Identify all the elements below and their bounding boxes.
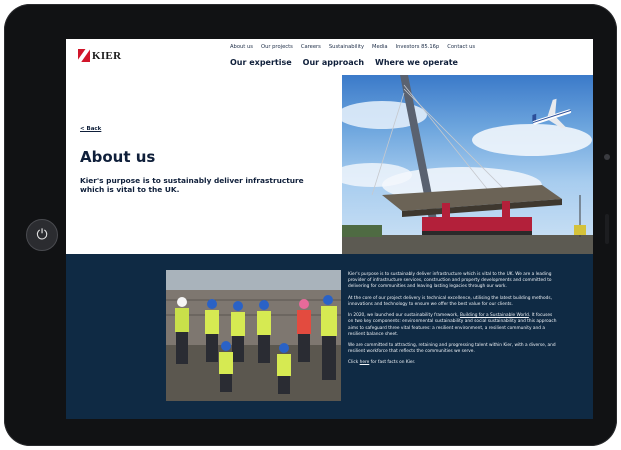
nav-our-projects[interactable]: Our projects	[261, 44, 293, 50]
about-body-text: Kier's purpose is to sustainably deliver…	[348, 272, 558, 372]
nav-media[interactable]: Media	[372, 44, 388, 50]
power-icon: ⏻	[36, 227, 48, 243]
logo-text: KIER	[92, 49, 122, 62]
kier-logo-mark-icon	[78, 49, 90, 62]
site-header: KIER About us Our projects Careers Susta…	[66, 39, 593, 75]
nav-our-approach[interactable]: Our approach	[303, 58, 364, 67]
hero-bridge-image	[342, 75, 593, 254]
sustainability-framework-link[interactable]: Building for a Sustainable World	[460, 313, 529, 318]
about-paragraph-1: Kier's purpose is to sustainably deliver…	[348, 272, 552, 290]
about-content-section: Kier's purpose is to sustainably deliver…	[66, 254, 593, 419]
nav-contact-us[interactable]: Contact us	[447, 44, 475, 50]
nav-about-us[interactable]: About us	[230, 44, 253, 50]
kier-logo[interactable]: KIER	[78, 49, 121, 62]
hero-text-panel: < Back About us Kier's purpose is to sus…	[66, 75, 342, 254]
camera-dot	[604, 154, 610, 160]
nav-careers[interactable]: Careers	[301, 44, 321, 50]
team-photo	[166, 270, 341, 401]
power-button[interactable]: ⏻	[26, 219, 58, 251]
back-link[interactable]: < Back	[80, 126, 101, 132]
nav-where-we-operate[interactable]: Where we operate	[375, 58, 458, 67]
utility-nav: About us Our projects Careers Sustainabi…	[230, 44, 475, 50]
nav-sustainability[interactable]: Sustainability	[329, 44, 364, 50]
para3-text-before: In 2020, we launched our sustainability …	[348, 313, 460, 319]
page-title: About us	[80, 148, 156, 166]
nav-investors[interactable]: Investors 85.16p	[396, 44, 440, 50]
about-paragraph-5: Click here for fast facts on Kier.	[348, 360, 558, 366]
about-paragraph-2: At the core of our project delivery is t…	[348, 295, 552, 307]
hero-tagline: Kier's purpose is to sustainably deliver…	[80, 176, 304, 195]
browser-screen: KIER About us Our projects Careers Susta…	[66, 39, 593, 419]
side-sensor	[605, 214, 609, 244]
nav-our-expertise[interactable]: Our expertise	[230, 58, 292, 67]
about-paragraph-4: We are committed to attracting, retainin…	[348, 342, 556, 355]
para5-text-after: for fast facts on Kier.	[369, 360, 416, 366]
main-nav: Our expertise Our approach Where we oper…	[230, 58, 458, 67]
fast-facts-link[interactable]: here	[360, 360, 370, 365]
about-paragraph-3: In 2020, we launched our sustainability …	[348, 313, 558, 338]
para5-text-before: Click	[348, 360, 360, 366]
team-illustration	[166, 270, 341, 401]
bridge-illustration	[342, 75, 593, 254]
